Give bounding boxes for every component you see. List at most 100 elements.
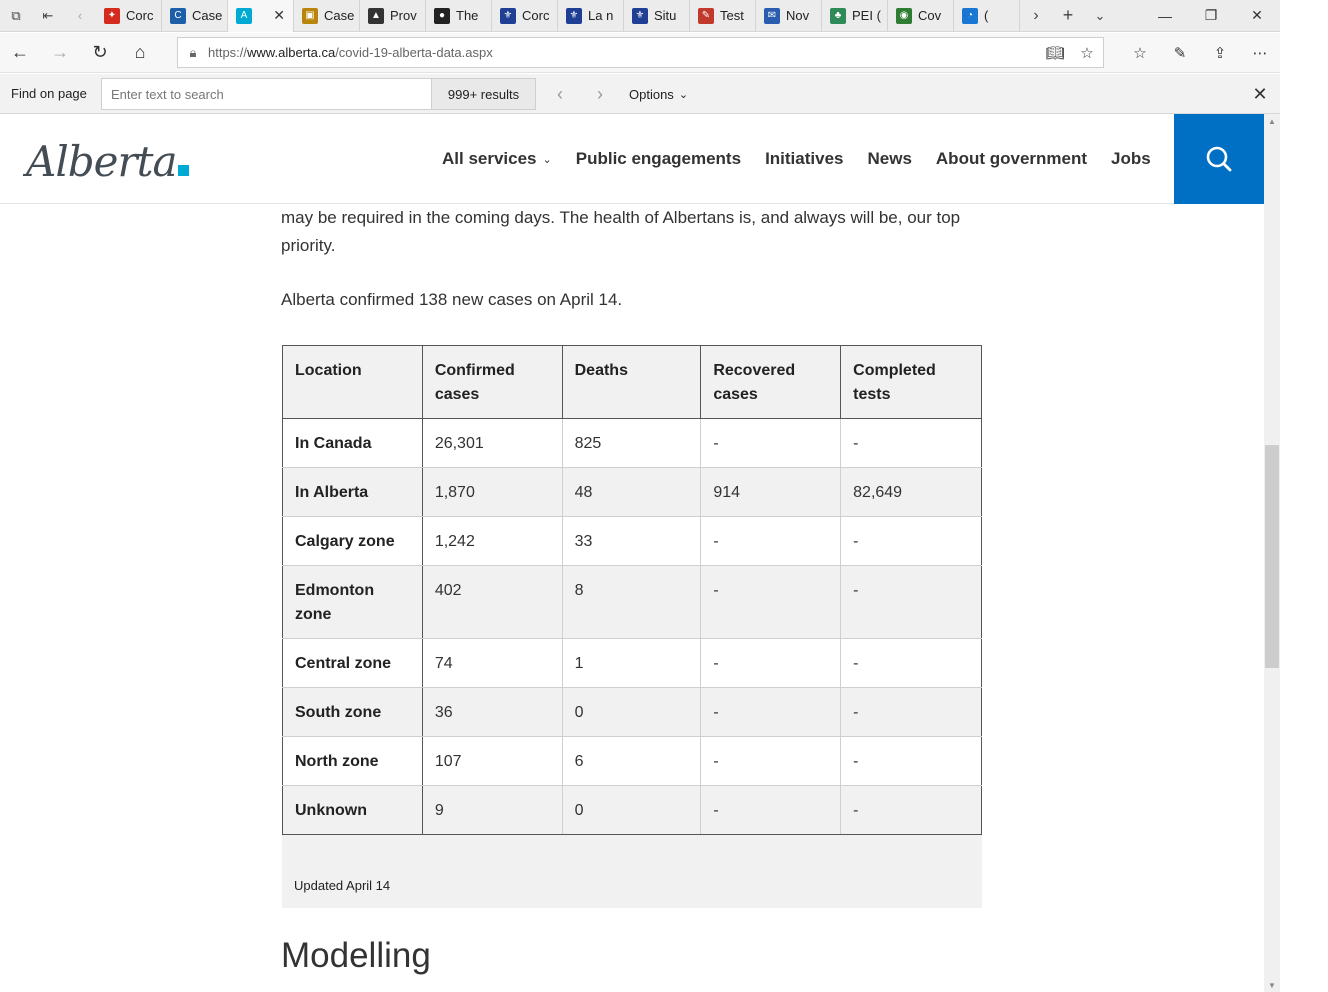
tab-title: Test	[720, 8, 744, 23]
table-cell: 825	[561, 418, 702, 468]
table-caption: Updated April 14	[294, 878, 391, 893]
browser-tab[interactable]: ✎ Test	[690, 0, 756, 32]
tab-preview-icon[interactable]: ⧉	[0, 0, 32, 32]
favorites-hub-icon[interactable]: ☆	[1120, 33, 1160, 73]
tab-list-chevron-icon[interactable]: ⌄	[1084, 0, 1116, 32]
table-cell: 8	[561, 565, 702, 639]
nav-news[interactable]: News	[855, 149, 923, 169]
scroll-down-icon[interactable]: ▼	[1264, 978, 1280, 992]
tab-favicon-icon: ●	[434, 7, 450, 24]
scrollbar-thumb[interactable]	[1265, 445, 1279, 668]
restore-icon[interactable]: ❐	[1188, 0, 1234, 32]
browser-tab[interactable]: ▣ Case	[294, 0, 360, 32]
table-cell: -	[840, 638, 982, 688]
header-confirmed-cases: Confirmed cases	[421, 345, 563, 419]
tab-favicon-icon: A	[236, 7, 252, 24]
table-cell: -	[840, 785, 982, 835]
more-menu-icon[interactable]: ⋯	[1240, 33, 1280, 73]
tab-title: La n	[588, 8, 614, 23]
table-cell: -	[700, 565, 842, 639]
scroll-tabs-left-icon[interactable]: ‹	[64, 0, 96, 32]
navigation-bar: ← → ↻ ⌂ 🔒︎ https://www.alberta.ca/covid-…	[0, 33, 1280, 73]
browser-tab[interactable]: ◉ Cov	[888, 0, 954, 32]
chevron-down-icon: ⌄	[678, 88, 689, 101]
nav-public-engagements[interactable]: Public engagements	[564, 149, 753, 169]
new-tab-icon[interactable]: +	[1052, 0, 1084, 32]
site-search-button[interactable]	[1174, 114, 1264, 204]
table-cell: 36	[421, 687, 563, 737]
url-text: https://www.alberta.ca/covid-19-alberta-…	[208, 45, 493, 60]
logo-text: Alberta	[26, 137, 177, 186]
window-controls: — ❐ ✕	[1142, 0, 1280, 32]
find-next-icon[interactable]: ›	[584, 78, 616, 110]
table-cell: -	[700, 418, 842, 468]
chevron-down-icon: ⌄	[542, 153, 552, 166]
location-cell: Edmonton zone	[282, 565, 423, 639]
tab-title: Case	[324, 8, 355, 23]
find-options-button[interactable]: Options ⌄	[629, 78, 688, 110]
browser-tab[interactable]: ✉ Nov	[756, 0, 822, 32]
table-cell: 82,649	[840, 467, 982, 517]
find-input[interactable]: Enter text to search	[101, 78, 432, 110]
tab-favicon-icon: ⚜	[566, 7, 582, 24]
refresh-icon[interactable]: ↻	[80, 33, 120, 73]
alberta-logo[interactable]: Alberta	[26, 134, 189, 184]
browser-tab[interactable]: ⚜ La n	[558, 0, 624, 32]
browser-tab[interactable]: C Case	[162, 0, 228, 32]
find-label: Find on page	[11, 86, 87, 101]
table-cell: -	[700, 736, 842, 786]
browser-tab[interactable]: ⚜ Situ	[624, 0, 690, 32]
close-window-icon[interactable]: ✕	[1234, 0, 1280, 32]
location-cell: North zone	[282, 736, 423, 786]
table-row: In Canada 26,301 825- -	[282, 418, 982, 468]
table-cell: 1	[561, 638, 702, 688]
table-cell: 9	[421, 785, 563, 835]
location-cell: In Canada	[282, 418, 423, 468]
set-aside-tabs-icon[interactable]: ⇤	[32, 0, 64, 32]
location-cell: Calgary zone	[282, 516, 423, 566]
page-scrollbar[interactable]: ▲ ▼	[1264, 114, 1280, 992]
tab-favicon-icon: ▣	[302, 7, 318, 24]
table-cell: 26,301	[421, 418, 563, 468]
nav-all-services[interactable]: All services ⌄	[430, 149, 564, 169]
browser-tab[interactable]: ▲ Prov	[360, 0, 426, 32]
find-close-icon[interactable]: ✕	[1246, 78, 1274, 110]
nav-initiatives[interactable]: Initiatives	[753, 149, 855, 169]
main-nav: All services ⌄ Public engagements Initiat…	[430, 114, 1163, 204]
tab-title: Case	[192, 8, 223, 23]
browser-tab[interactable]: ⚜ Corc	[492, 0, 558, 32]
location-cell: Central zone	[282, 638, 423, 688]
location-cell: Unknown	[282, 785, 423, 835]
table-row: North zone 107 6- -	[282, 736, 982, 786]
browser-tab[interactable]: ✦ Corc	[96, 0, 162, 32]
share-icon[interactable]: ⇪	[1200, 33, 1240, 73]
find-previous-icon[interactable]: ‹	[544, 78, 576, 110]
minimize-icon[interactable]: —	[1142, 0, 1188, 32]
scroll-up-icon[interactable]: ▲	[1264, 114, 1280, 128]
nav-about-government[interactable]: About government	[924, 149, 1099, 169]
table-cell: 74	[421, 638, 563, 688]
table-cell: 6	[561, 736, 702, 786]
forward-icon[interactable]: →	[40, 33, 80, 73]
tab-close-icon[interactable]: ✕	[273, 7, 285, 24]
address-bar[interactable]: 🔒︎ https://www.alberta.ca/covid-19-alber…	[177, 37, 1104, 68]
browser-tab[interactable]: ♣ PEI (	[822, 0, 888, 32]
back-icon[interactable]: ←	[0, 33, 40, 73]
table-cell: 402	[421, 565, 563, 639]
find-bar: Find on page Enter text to search 999+ r…	[0, 74, 1280, 114]
search-icon	[1206, 146, 1232, 172]
scroll-tabs-right-icon[interactable]: ›	[1020, 0, 1052, 32]
table-row: Edmonton zone 402 8- -	[282, 565, 982, 639]
notes-pen-icon[interactable]: ✎	[1160, 33, 1200, 73]
table-caption-box: Updated April 14	[282, 835, 982, 908]
home-icon[interactable]: ⌂	[120, 33, 160, 73]
nav-jobs[interactable]: Jobs	[1099, 149, 1163, 169]
logo-square-mark	[177, 165, 189, 176]
browser-tab[interactable]: ◔(	[954, 0, 1020, 32]
favorite-star-icon[interactable]: ☆	[1071, 44, 1103, 62]
browser-tab[interactable]: ● The	[426, 0, 492, 32]
reading-view-icon[interactable]: 📖︎	[1039, 44, 1071, 62]
tab-title: Cov	[918, 8, 942, 23]
tab-title: Situ	[654, 8, 677, 23]
browser-tab[interactable]: A ✕	[228, 0, 294, 32]
